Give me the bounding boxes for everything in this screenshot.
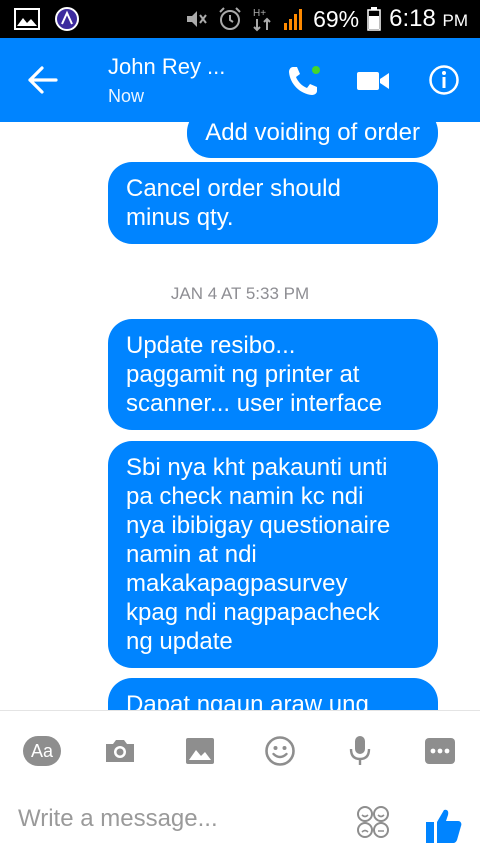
camera-button[interactable] — [100, 731, 140, 771]
svg-text:H+: H+ — [253, 8, 266, 19]
voice-record-button[interactable] — [340, 731, 380, 771]
microphone-icon — [349, 736, 371, 765]
contact-name[interactable]: John Rey ... — [108, 54, 225, 80]
message-list[interactable]: Add voiding of order Cancel order should… — [0, 122, 480, 710]
composer: Aa — [0, 710, 480, 854]
camera-icon — [106, 740, 134, 762]
online-dot — [310, 64, 322, 76]
data-hplus-icon: H+ — [251, 6, 275, 32]
phone-icon — [289, 64, 322, 95]
more-options-button[interactable] — [420, 731, 460, 771]
voice-call-button[interactable] — [286, 64, 322, 98]
emoji-button[interactable] — [356, 805, 390, 839]
thumbs-up-icon — [426, 809, 462, 843]
back-button[interactable] — [22, 62, 62, 98]
video-camera-icon — [357, 72, 389, 90]
sticker-icon — [265, 736, 295, 766]
message-bubble[interactable]: Cancel order should minus qty. — [108, 162, 438, 244]
contact-status: Now — [108, 86, 145, 106]
battery-percent: 69% — [313, 5, 360, 32]
clock-time: 6:18 — [389, 5, 436, 32]
signal-icon — [283, 7, 305, 31]
info-button[interactable] — [428, 64, 460, 96]
info-icon — [429, 65, 459, 95]
sticker-button[interactable] — [260, 731, 300, 771]
message-bubble[interactable]: Add voiding of order — [187, 122, 438, 158]
video-call-button[interactable] — [356, 68, 390, 94]
back-arrow-icon — [28, 66, 58, 94]
like-button[interactable] — [424, 807, 464, 845]
image-notification-icon — [14, 8, 40, 30]
message-bubble[interactable]: Dapat ngaun araw ung — [108, 678, 438, 710]
status-bar: H+ 69% 6:18 PM — [0, 0, 480, 38]
mute-icon — [185, 8, 209, 30]
aa-icon: Aa — [23, 736, 61, 766]
clock-ampm: PM — [442, 11, 469, 30]
message-bubble[interactable]: Update resibo... paggamit ng printer at … — [108, 319, 438, 430]
alarm-icon — [217, 6, 243, 32]
clock: 6:18 PM — [389, 5, 468, 33]
gallery-button[interactable] — [180, 731, 220, 771]
app-notification-icon — [54, 6, 80, 32]
conversation-header: John Rey ... Now — [0, 38, 480, 122]
more-icon — [425, 738, 455, 764]
gallery-icon — [186, 738, 214, 764]
emoji-icon — [357, 806, 389, 838]
message-bubble[interactable]: Sbi nya kht pakaunti unti pa check namin… — [108, 441, 438, 668]
battery-icon — [367, 7, 381, 31]
message-input[interactable] — [18, 805, 318, 833]
text-format-button[interactable]: Aa — [22, 731, 62, 771]
date-separator: JAN 4 AT 5:33 PM — [170, 284, 310, 303]
